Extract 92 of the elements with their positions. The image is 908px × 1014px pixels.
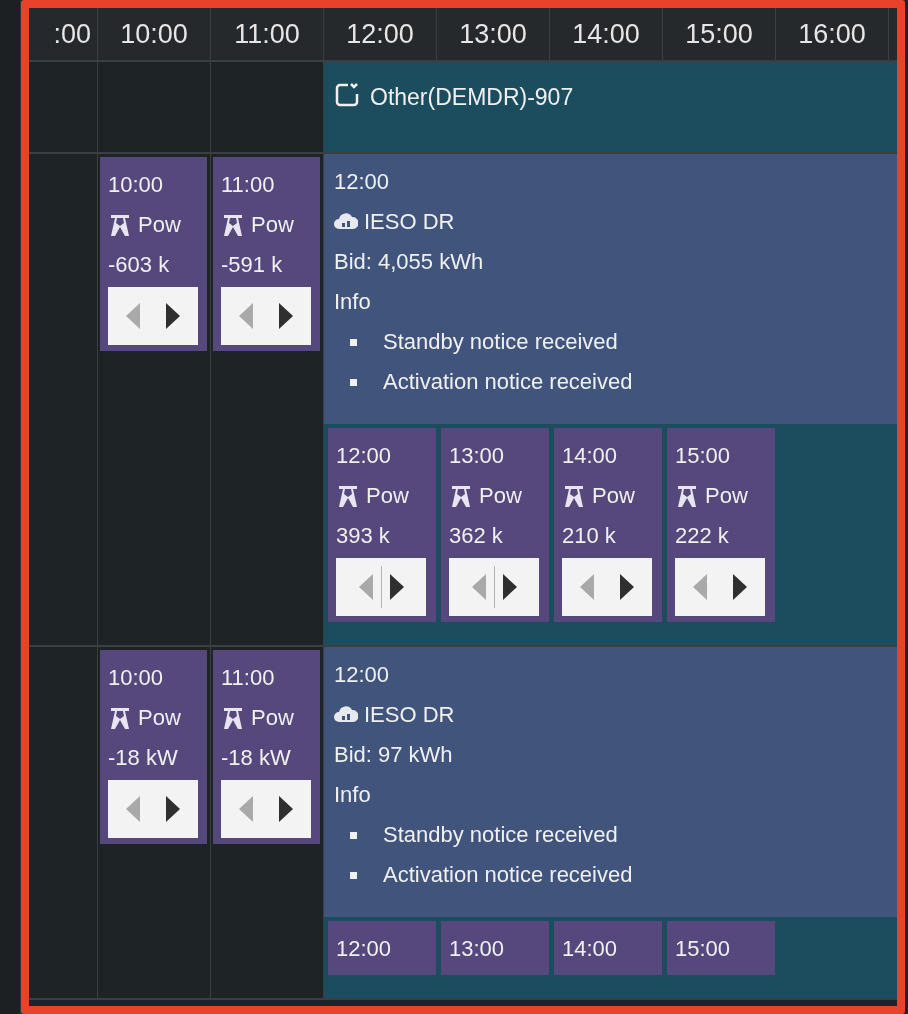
card-label: Pow [251,211,294,239]
hour-heading: 11:00 [234,18,300,50]
card-time: 12:00 [336,935,393,963]
event-card[interactable]: 12:00 IESO DR Bid: 97 kWh Info Standby notice received Activation notice received [324,647,897,917]
card-value: 393 k [336,522,391,550]
reading-card[interactable]: 13:00 Pow 362 k [441,428,549,622]
hour-heading: 12:00 [346,18,414,50]
power-tower-icon [675,483,699,509]
card-time: 13:00 [449,442,506,470]
event-name: IESO DR [364,208,455,236]
info-heading: Info [334,288,372,316]
next-arrow-icon[interactable] [166,796,180,822]
reading-card[interactable]: 11:00 Pow -591 k [213,157,320,351]
card-label: Pow [592,482,635,510]
pager-control[interactable] [562,558,652,616]
card-value: -603 k [108,251,171,279]
bullet-icon [350,378,357,386]
pager-control[interactable] [108,287,198,345]
reading-card[interactable]: 15:00 [667,921,775,975]
bid-text: Bid: 97 kWh [334,741,454,769]
reading-card[interactable]: 11:00 Pow -18 kW [213,650,320,844]
reading-card[interactable]: 12:00 Pow 393 k [328,428,436,622]
card-label: Pow [479,482,522,510]
power-tower-icon [108,212,132,238]
reading-card[interactable]: 10:00 Pow -603 k [100,157,207,351]
bullet-icon [350,831,357,839]
card-time: 12:00 [336,442,393,470]
power-tower-icon [336,483,360,509]
reading-card[interactable]: 14:00 [554,921,662,975]
bullet-icon [350,871,357,879]
reading-card[interactable]: 13:00 [441,921,549,975]
card-label: Pow [251,704,294,732]
card-time: 14:00 [562,442,619,470]
notice-text: Activation notice received [383,861,633,889]
hour-heading: 14:00 [572,18,640,50]
card-value: -591 k [221,251,284,279]
card-time: 15:00 [675,935,732,963]
pager-control[interactable] [108,780,198,838]
info-heading: Info [334,781,372,809]
next-arrow-icon[interactable] [166,303,180,329]
hour-heading: :00 [53,18,92,50]
notice-text: Activation notice received [383,368,633,396]
bullet-icon [350,338,357,346]
event-card[interactable]: 12:00 IESO DR Bid: 4,055 kWh Info Standby notice received Activation notice received [324,154,897,424]
card-value: -18 kW [221,744,292,772]
power-tower-icon [108,705,132,731]
pager-control[interactable] [336,558,426,616]
next-arrow-icon[interactable] [620,574,634,600]
card-value: 362 k [449,522,504,550]
notice-text: Standby notice received [383,821,618,849]
card-time: 10:00 [108,664,165,692]
bid-text: Bid: 4,055 kWh [334,248,485,276]
power-tower-icon [221,212,245,238]
notice-text: Standby notice received [383,328,618,356]
pager-control[interactable] [221,780,311,838]
pager-control[interactable] [449,558,539,616]
next-arrow-icon[interactable] [733,574,747,600]
card-value: 222 k [675,522,730,550]
card-label: Pow [138,211,181,239]
card-time: 11:00 [221,664,276,692]
power-tower-icon [221,705,245,731]
power-tower-icon [562,483,586,509]
hour-heading: 13:00 [459,18,527,50]
pager-control[interactable] [675,558,765,616]
card-label: Pow [138,704,181,732]
hour-heading: 15:00 [685,18,753,50]
event-time: 12:00 [334,661,391,689]
next-arrow-icon[interactable] [279,303,293,329]
event-banner[interactable]: Other(DEMDR)-907 [324,62,897,152]
card-label: Pow [705,482,748,510]
card-time: 11:00 [221,171,276,199]
banner-title: Other(DEMDR)-907 [370,83,574,112]
card-value: 210 k [562,522,617,550]
card-time: 10:00 [108,171,165,199]
reading-card[interactable]: 12:00 [328,921,436,975]
card-label: Pow [366,482,409,510]
next-arrow-icon[interactable] [279,796,293,822]
card-time: 14:00 [562,935,619,963]
card-time: 15:00 [675,442,732,470]
hour-heading: 16:00 [798,18,866,50]
event-time: 12:00 [334,168,391,196]
power-tower-icon [449,483,473,509]
event-name: IESO DR [364,701,455,729]
next-arrow-icon[interactable] [389,574,404,600]
next-arrow-icon[interactable] [502,574,517,600]
reading-card[interactable]: 10:00 Pow -18 kW [100,650,207,844]
hour-heading: 10:00 [120,18,188,50]
reading-card[interactable]: 14:00 Pow 210 k [554,428,662,622]
pager-control[interactable] [221,287,311,345]
card-time: 13:00 [449,935,506,963]
card-value: -18 kW [108,744,179,772]
reading-card[interactable]: 15:00 Pow 222 k [667,428,775,622]
